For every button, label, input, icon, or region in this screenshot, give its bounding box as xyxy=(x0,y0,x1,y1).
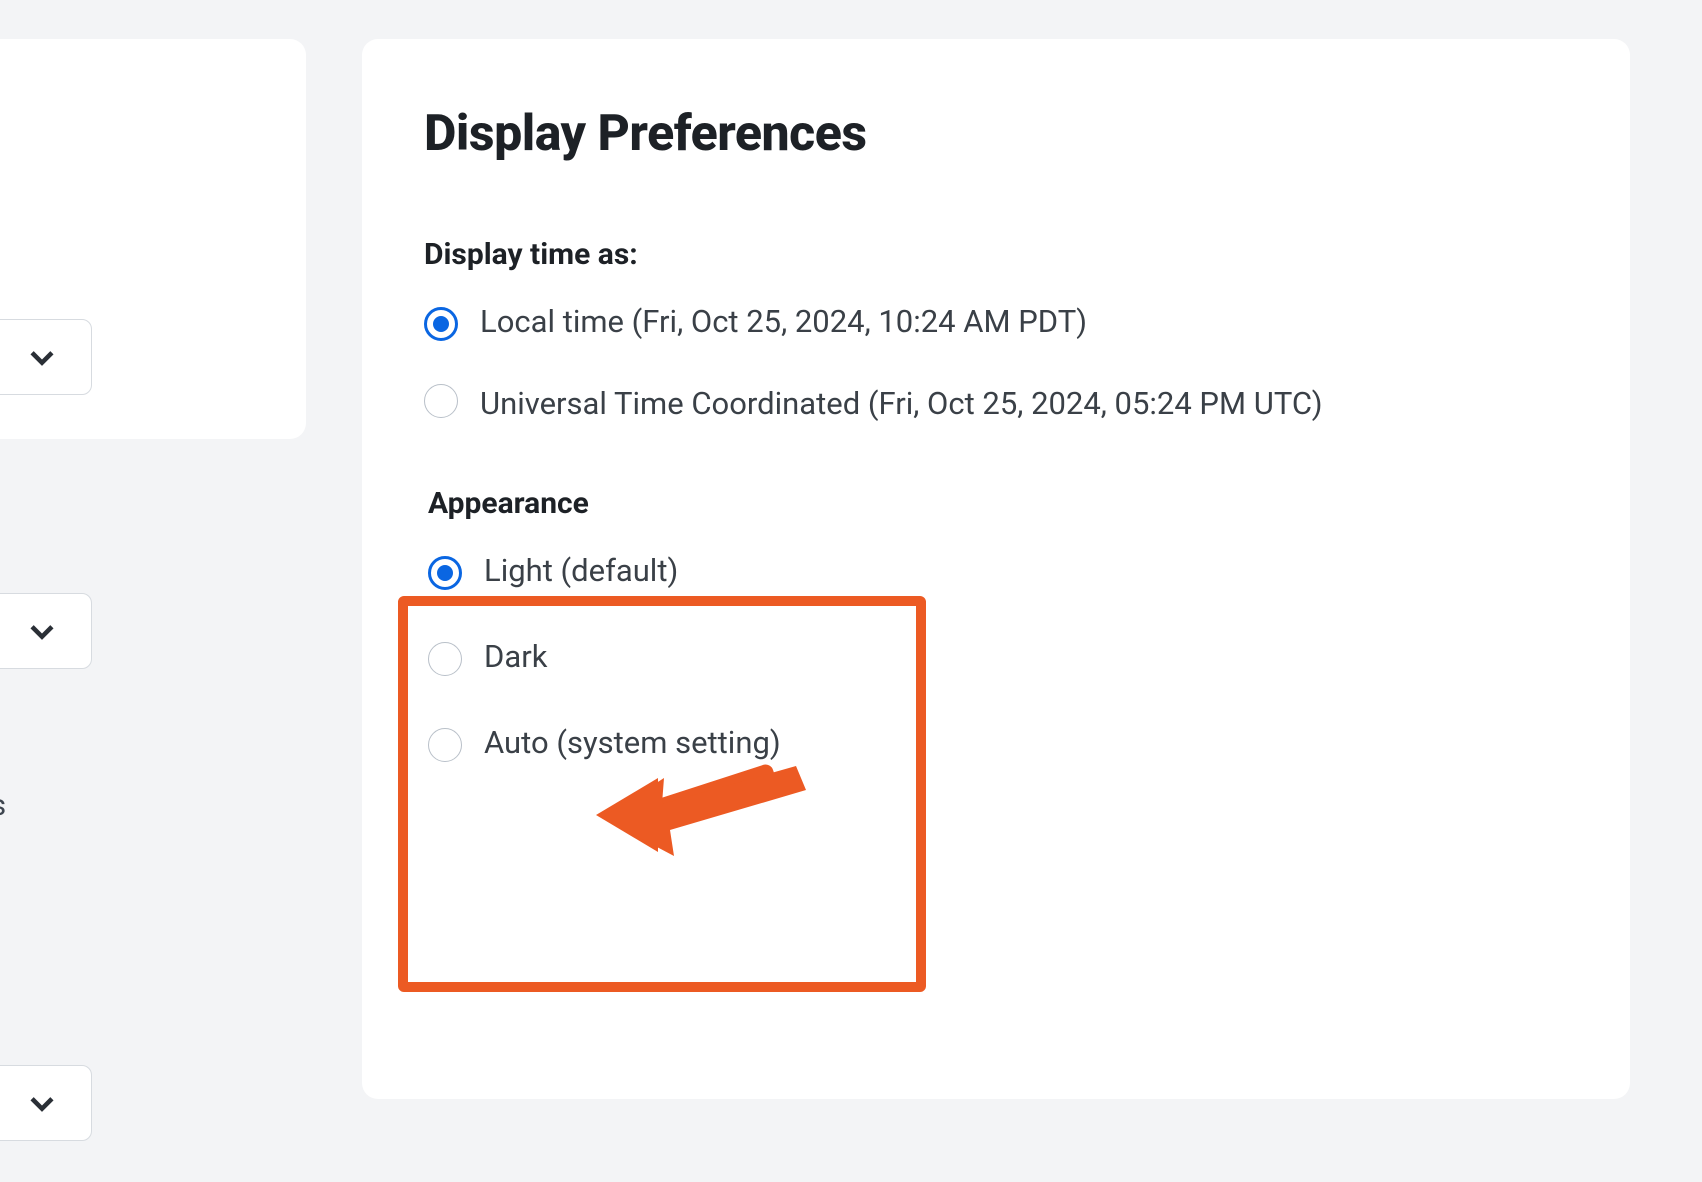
radio-label: Dark xyxy=(484,633,547,681)
sidebar-card: pe, the Sites xyxy=(0,39,306,439)
appearance-section: Appearance Light (default) Dark Auto (sy… xyxy=(424,486,1568,767)
radio-label: Light (default) xyxy=(484,547,678,595)
appearance-label: Appearance xyxy=(428,486,1568,521)
display-time-label: Display time as: xyxy=(424,237,1568,272)
radio-label: Universal Time Coordinated (Fri, Oct 25,… xyxy=(480,380,1323,428)
sidebar-select-1[interactable] xyxy=(0,319,92,395)
sidebar-select-2[interactable] xyxy=(0,593,92,669)
radio-appearance-dark[interactable]: Dark xyxy=(428,633,1568,681)
sidebar-description-fragment: pe, the Sites xyxy=(0,783,84,828)
chevron-down-icon xyxy=(25,614,59,648)
radio-input[interactable] xyxy=(424,307,458,341)
radio-label: Auto (system setting) xyxy=(484,719,781,767)
radio-appearance-auto[interactable]: Auto (system setting) xyxy=(428,719,1568,767)
radio-input[interactable] xyxy=(424,384,458,418)
display-preferences-card: Display Preferences Display time as: Loc… xyxy=(362,39,1630,1099)
chevron-down-icon xyxy=(25,340,59,374)
display-time-section: Display time as: Local time (Fri, Oct 25… xyxy=(424,237,1568,428)
radio-appearance-light[interactable]: Light (default) xyxy=(428,547,1568,595)
radio-input[interactable] xyxy=(428,556,462,590)
chevron-down-icon xyxy=(25,1086,59,1120)
radio-input[interactable] xyxy=(428,642,462,676)
radio-input[interactable] xyxy=(428,728,462,762)
radio-label: Local time (Fri, Oct 25, 2024, 10:24 AM … xyxy=(480,298,1087,346)
radio-utc-time[interactable]: Universal Time Coordinated (Fri, Oct 25,… xyxy=(424,380,1568,428)
sidebar-select-3[interactable] xyxy=(0,1065,92,1141)
page-title: Display Preferences xyxy=(424,105,1568,163)
radio-local-time[interactable]: Local time (Fri, Oct 25, 2024, 10:24 AM … xyxy=(424,298,1568,346)
